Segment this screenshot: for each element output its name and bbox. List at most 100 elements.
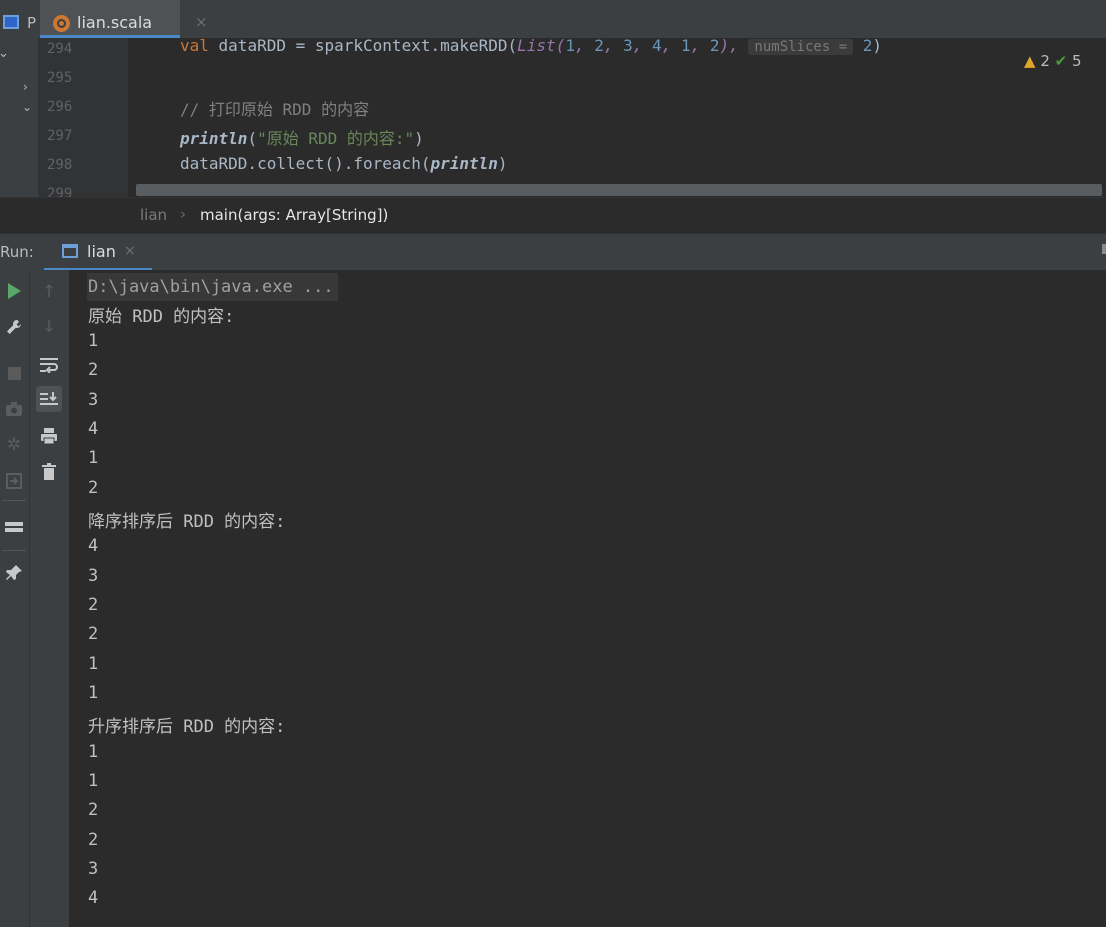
code-text: , bbox=[632, 38, 653, 55]
number-literal: 1 bbox=[680, 38, 691, 55]
console-line: 降序排序后 RDD 的内容: bbox=[88, 512, 286, 532]
bug-icon[interactable]: ✲ bbox=[1, 432, 27, 458]
horizontal-scrollbar[interactable] bbox=[136, 184, 1102, 196]
console-line: 1 bbox=[88, 742, 99, 762]
code-text: , bbox=[661, 38, 681, 55]
line-number: 299 bbox=[47, 186, 73, 197]
console-line: 2 bbox=[88, 595, 99, 615]
file-tab-label: lian.scala bbox=[77, 13, 153, 32]
run-console[interactable]: D:\java\bin\java.exe ... 原始 RDD 的内容: 1 2… bbox=[69, 270, 1106, 927]
panel-options-icon[interactable] bbox=[1102, 244, 1106, 254]
unfold-arrow-icon[interactable]: ⌄ bbox=[22, 100, 32, 114]
code-text: dataRDD = sparkContext.makeRDD( bbox=[208, 38, 518, 55]
inspection-widget[interactable]: ▲ 2 ✔ 5 bbox=[1024, 52, 1082, 70]
warning-count: 2 bbox=[1040, 52, 1050, 70]
number-literal: 3 bbox=[623, 38, 633, 55]
number-literal: 2 bbox=[709, 38, 720, 55]
console-line: 2 bbox=[88, 800, 99, 820]
console-line: 1 bbox=[88, 683, 99, 703]
code-editor[interactable]: ⌄ › ⌄ 294 295 296 297 298 299 val dataRD… bbox=[0, 38, 1106, 197]
line-number: 295 bbox=[47, 70, 73, 86]
console-line: 4 bbox=[88, 419, 99, 439]
console-line: 2 bbox=[88, 624, 99, 644]
wrench-icon[interactable] bbox=[1, 314, 27, 340]
console-line: 2 bbox=[88, 830, 99, 850]
project-tool-button[interactable]: P bbox=[0, 13, 40, 38]
number-literal: 2 bbox=[862, 38, 873, 55]
run-panel-header: Run: lian × bbox=[0, 233, 1106, 271]
console-line: 3 bbox=[88, 566, 99, 586]
number-literal: 1 bbox=[565, 38, 575, 55]
left-tool-strip: ⌄ bbox=[0, 38, 38, 197]
keyword: val bbox=[180, 38, 209, 55]
line-number: 294 bbox=[47, 41, 73, 57]
run-tab-lian[interactable]: lian × bbox=[44, 234, 152, 271]
java-command-line[interactable]: D:\java\bin\java.exe ... bbox=[87, 273, 338, 301]
console-line: 4 bbox=[88, 888, 99, 908]
close-tab-icon[interactable]: × bbox=[195, 13, 208, 31]
code-line-297: println("原始 RDD 的内容:") bbox=[180, 125, 424, 149]
console-line: 2 bbox=[88, 360, 99, 380]
console-line: 1 bbox=[88, 448, 99, 468]
code-line-296: // 打印原始 RDD 的内容 bbox=[180, 100, 370, 119]
function-name: println bbox=[430, 154, 498, 173]
exit-icon[interactable] bbox=[1, 468, 27, 494]
run-tab-label: lian bbox=[87, 242, 116, 261]
line-number: 296 bbox=[47, 99, 73, 115]
console-line: 1 bbox=[88, 654, 99, 674]
console-line: 升序排序后 RDD 的内容: bbox=[88, 717, 286, 737]
line-gutter: › ⌄ bbox=[22, 38, 128, 197]
camera-icon[interactable] bbox=[1, 396, 27, 422]
class-name: List bbox=[517, 38, 556, 55]
code-text: ) bbox=[414, 129, 424, 148]
check-icon: ✔ bbox=[1054, 52, 1068, 70]
run-toolbar-secondary: ↑ ↓ bbox=[30, 270, 69, 927]
code-text: ( bbox=[247, 129, 258, 148]
warning-icon: ▲ bbox=[1024, 52, 1036, 70]
tab-lian-scala[interactable]: lian.scala × bbox=[40, 0, 208, 38]
project-icon bbox=[3, 15, 19, 29]
stop-icon[interactable] bbox=[1, 360, 27, 386]
toolbar-separator bbox=[2, 550, 26, 551]
string-literal: "原始 RDD 的内容:" bbox=[257, 129, 415, 148]
code-text: ( bbox=[555, 38, 566, 55]
code-text: , bbox=[603, 38, 624, 55]
project-label: P bbox=[27, 14, 37, 32]
number-literal: 2 bbox=[594, 38, 604, 55]
breadcrumb-method[interactable]: main(args: Array[String]) bbox=[200, 206, 388, 224]
code-line-298: dataRDD.collect().foreach(println) bbox=[180, 154, 508, 173]
fold-arrow-icon[interactable]: › bbox=[23, 80, 28, 94]
console-line: 3 bbox=[88, 859, 99, 879]
scroll-to-end-icon[interactable] bbox=[36, 386, 62, 412]
ok-count: 5 bbox=[1072, 52, 1082, 70]
pin-icon[interactable] bbox=[1, 560, 27, 586]
trash-icon[interactable] bbox=[36, 459, 62, 485]
editor-tab-bar: P lian.scala × bbox=[0, 0, 1106, 38]
layout-icon[interactable] bbox=[1, 514, 27, 540]
code-text: dataRDD.collect().foreach( bbox=[180, 154, 431, 173]
toolbar-separator bbox=[2, 500, 26, 501]
arrow-down-icon[interactable]: ↓ bbox=[36, 314, 62, 340]
soft-wrap-icon[interactable] bbox=[36, 352, 62, 378]
breadcrumb-object[interactable]: lian bbox=[140, 206, 167, 224]
breadcrumb-separator: › bbox=[180, 205, 186, 223]
collapse-icon[interactable]: ⌄ bbox=[0, 46, 9, 61]
code-text: ) bbox=[497, 154, 508, 173]
console-line: 4 bbox=[88, 536, 99, 556]
code-text: ) bbox=[872, 38, 883, 55]
close-run-tab-icon[interactable]: × bbox=[124, 243, 136, 259]
function-name: println bbox=[180, 129, 248, 148]
code-line-294: val dataRDD = sparkContext.makeRDD(List(… bbox=[180, 38, 882, 55]
print-icon[interactable] bbox=[36, 423, 62, 449]
line-number: 298 bbox=[47, 157, 73, 173]
console-line: 2 bbox=[88, 478, 99, 498]
console-line: 3 bbox=[88, 390, 99, 410]
parameter-hint: numSlices = bbox=[748, 39, 854, 55]
console-window-icon bbox=[62, 244, 78, 258]
arrow-up-icon[interactable]: ↑ bbox=[36, 279, 62, 305]
line-number: 297 bbox=[47, 128, 73, 144]
scala-object-icon bbox=[53, 15, 70, 32]
console-line: 1 bbox=[88, 331, 99, 351]
run-label: Run: bbox=[0, 243, 34, 261]
play-icon[interactable] bbox=[1, 278, 27, 304]
